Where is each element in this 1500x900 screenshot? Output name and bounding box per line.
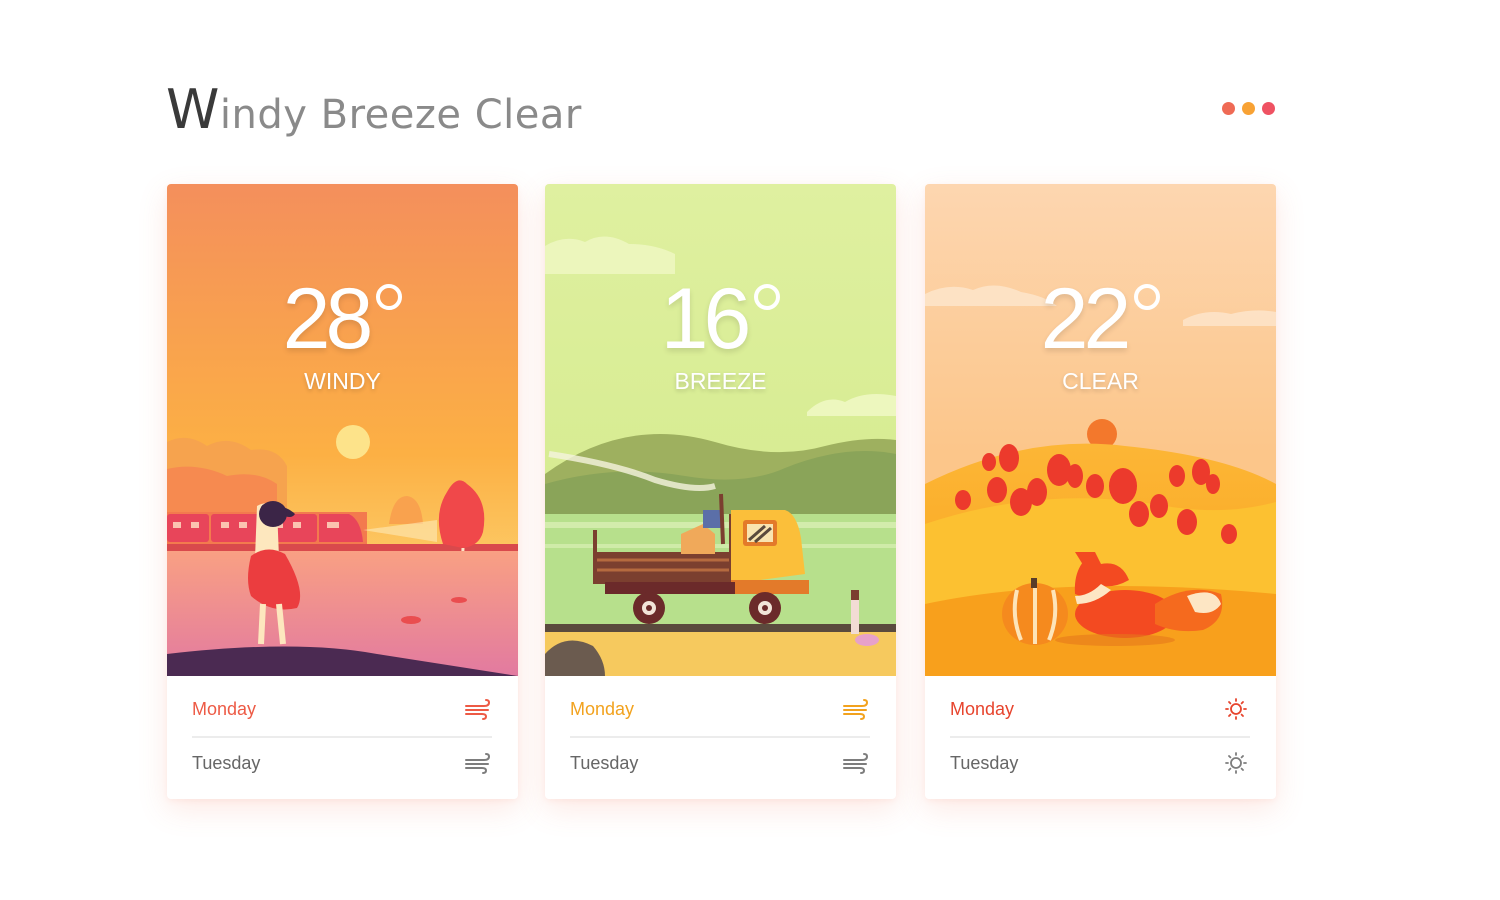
clear-scene-illustration <box>925 184 1276 676</box>
row-divider <box>950 736 1250 738</box>
menu-dot <box>1242 102 1255 115</box>
day-label: Monday <box>192 698 257 719</box>
day-label: Tuesday <box>950 752 1019 773</box>
degree-symbol-icon <box>754 284 781 310</box>
temperature: 22 <box>925 276 1276 362</box>
day-label: Monday <box>950 698 1015 719</box>
temperature: 28 <box>167 276 518 362</box>
condition-label: WINDY <box>304 368 381 394</box>
condition-label: CLEAR <box>1062 368 1139 394</box>
more-dots-icon[interactable] <box>1222 102 1275 115</box>
sun-icon <box>1225 752 1247 774</box>
sun-icon <box>1225 698 1247 720</box>
breeze-scene-illustration <box>545 184 896 676</box>
day-label: Monday <box>570 698 635 719</box>
page-title-initial: W <box>166 78 220 141</box>
forecast-row-monday[interactable]: Monday <box>570 695 870 723</box>
menu-dot <box>1262 102 1275 115</box>
forecast-row-tuesday[interactable]: Tuesday <box>570 749 870 777</box>
weather-card-windy[interactable]: 28 WINDY Monday Tuesday <box>167 184 518 799</box>
page-title: Windy Breeze Clear <box>166 78 582 141</box>
wind-icon <box>843 753 869 774</box>
temperature-value: 16 <box>660 271 752 367</box>
page-title-rest: indy Breeze Clear <box>219 92 582 138</box>
day-label: Tuesday <box>192 752 261 773</box>
row-divider <box>570 736 870 738</box>
weather-card-clear[interactable]: 22 CLEAR Monday Tuesday <box>925 184 1276 799</box>
weather-card-breeze[interactable]: 16 BREEZE Monday Tuesday <box>545 184 896 799</box>
row-divider <box>192 736 492 738</box>
forecast-row-tuesday[interactable]: Tuesday <box>192 749 492 777</box>
condition-label: BREEZE <box>674 368 767 394</box>
degree-symbol-icon <box>1134 284 1161 310</box>
day-label: Tuesday <box>570 752 639 773</box>
temperature-value: 22 <box>1040 271 1132 367</box>
windy-scene-illustration <box>167 184 518 676</box>
forecast-row-monday[interactable]: Monday <box>950 695 1250 723</box>
forecast-row-tuesday[interactable]: Tuesday <box>950 749 1250 777</box>
wind-icon <box>465 753 491 774</box>
forecast-row-monday[interactable]: Monday <box>192 695 492 723</box>
menu-dot <box>1222 102 1235 115</box>
wind-icon <box>843 699 869 720</box>
temperature-value: 28 <box>282 271 374 367</box>
degree-symbol-icon <box>376 284 403 310</box>
temperature: 16 <box>545 276 896 362</box>
wind-icon <box>465 699 491 720</box>
